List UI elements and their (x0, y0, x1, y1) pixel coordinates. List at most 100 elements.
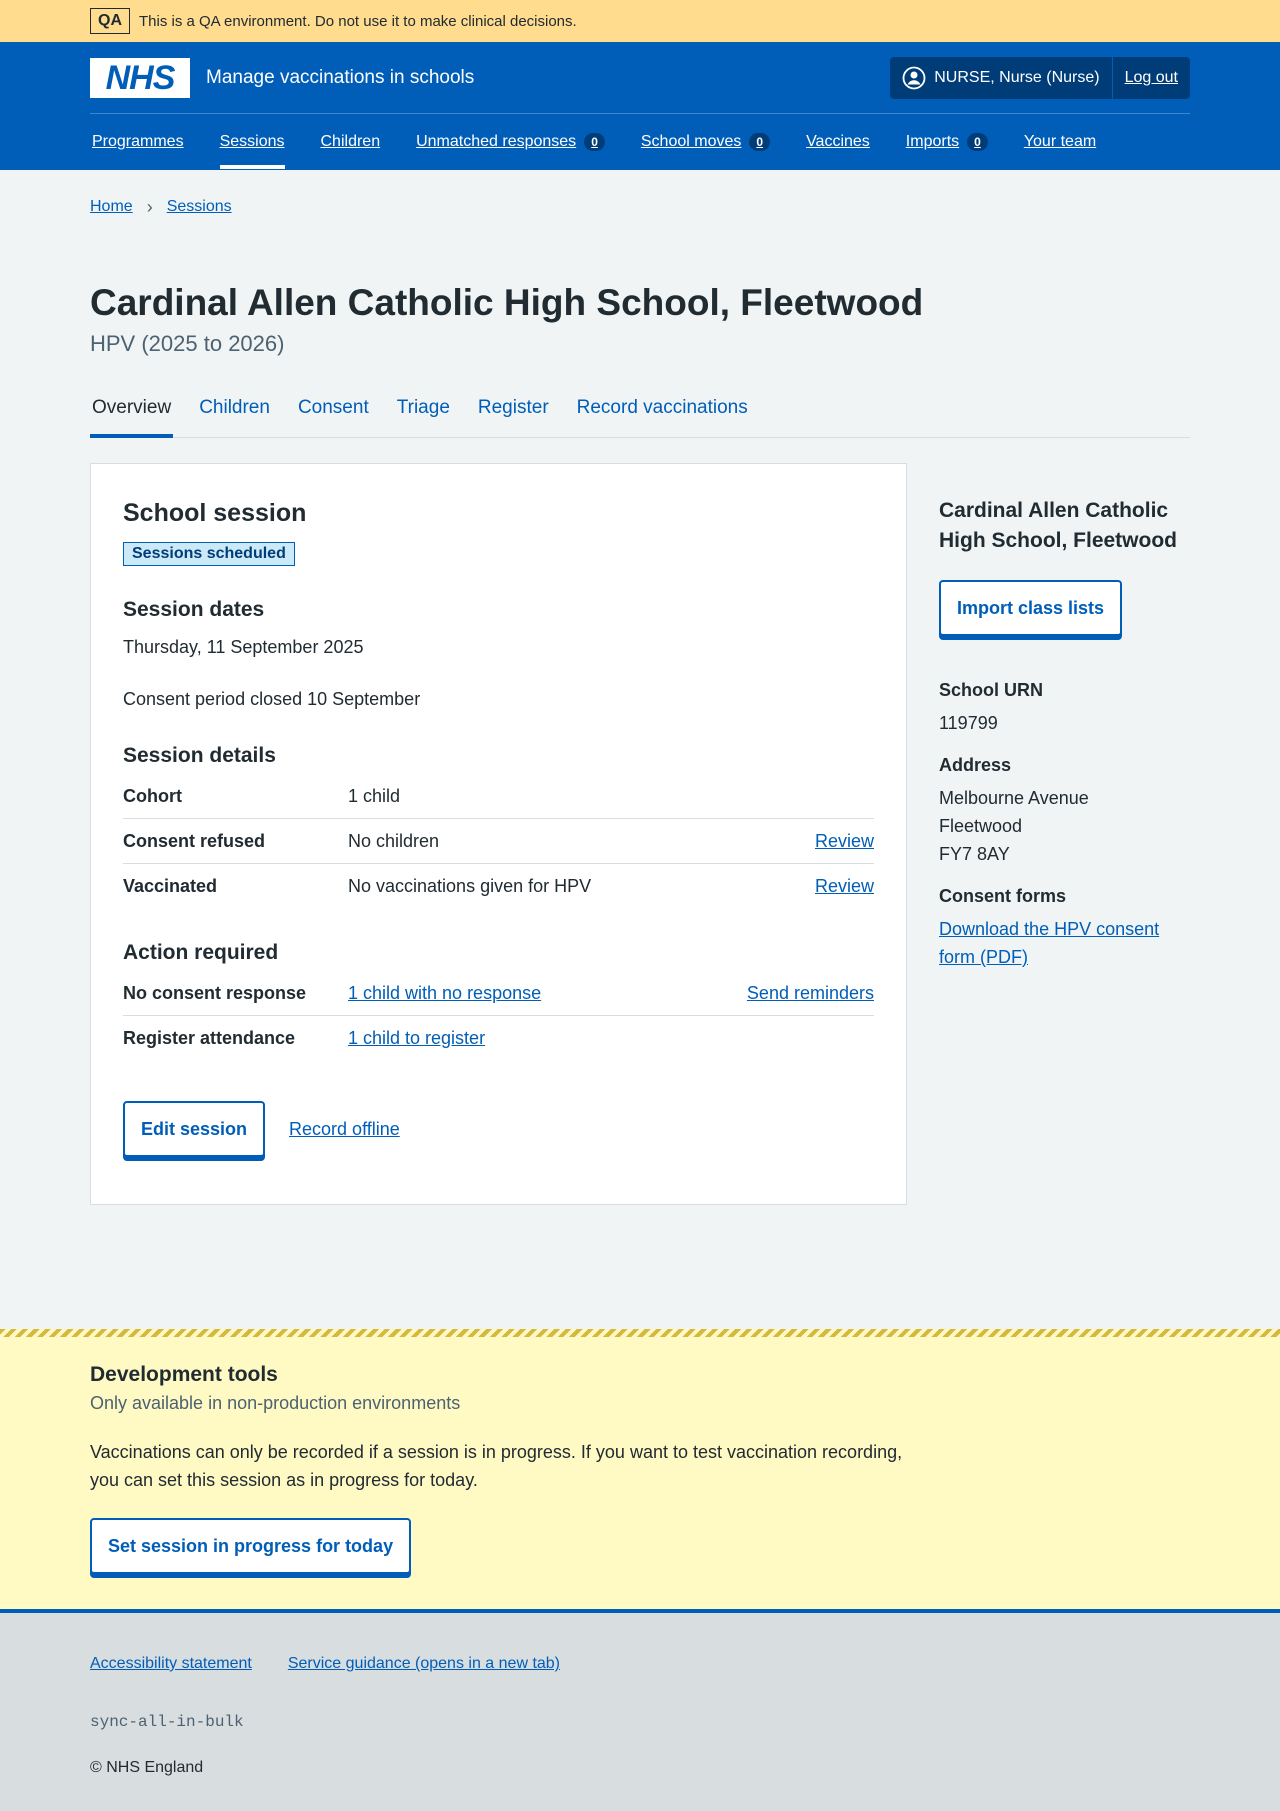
tab-consent[interactable]: Consent (298, 387, 369, 437)
tab-record-vaccinations[interactable]: Record vaccinations (577, 387, 748, 437)
summary-row-register: Register attendance 1 child to register (123, 1016, 874, 1061)
nav-school-moves[interactable]: School moves 0 (640, 114, 771, 169)
summary-row-no-consent: No consent response 1 child with no resp… (123, 971, 874, 1016)
status-badge: Sessions scheduled (123, 542, 295, 566)
summary-row-vaccinated: Vaccinated No vaccinations given for HPV… (123, 864, 874, 909)
development-tools: Development tools Only available in non-… (0, 1329, 1280, 1613)
import-class-lists-button[interactable]: Import class lists (939, 580, 1123, 636)
hazard-stripe (0, 1329, 1280, 1337)
summary-key: Cohort (123, 785, 182, 806)
build-code: sync-all-in-bulk (90, 1713, 244, 1731)
consent-forms-value: Download the HPV consent form (PDF) (939, 915, 1190, 971)
qa-banner-text: This is a QA environment. Do not use it … (139, 12, 577, 30)
address-line: Melbourne Avenue (939, 788, 1089, 808)
dev-tools-text: Vaccinations can only be recorded if a s… (90, 1442, 903, 1490)
summary-row-cohort: Cohort 1 child (123, 774, 874, 819)
session-tabs: Overview Children Consent Triage Registe… (89, 387, 1190, 438)
address-line: Fleetwood (939, 816, 1023, 836)
nav-label: Programmes (92, 132, 184, 150)
summary-key: Vaccinated (123, 876, 218, 896)
nav-sessions[interactable]: Sessions (219, 114, 285, 169)
primary-nav: Programmes Sessions Children Unmatched r… (90, 114, 1190, 169)
no-response-link[interactable]: 1 child with no response (348, 983, 541, 1003)
footer-links: Accessibility statement Service guidance… (90, 1613, 1190, 1673)
session-dates-heading: Session dates (123, 598, 265, 621)
nav-label: Sessions (219, 132, 285, 150)
nav-children[interactable]: Children (321, 114, 381, 169)
send-reminders-link[interactable]: Send reminders (747, 983, 874, 1004)
summary-value: 1 child to register (348, 1028, 874, 1049)
sidebar-school-name: Cardinal Allen Catholic High School, Fle… (939, 499, 1177, 552)
nav-your-team[interactable]: Your team (1024, 114, 1096, 169)
record-offline-link[interactable]: Record offline (289, 1119, 400, 1140)
tab-triage[interactable]: Triage (397, 387, 450, 437)
breadcrumb-home[interactable]: Home (90, 198, 133, 216)
nav-unmatched-responses[interactable]: Unmatched responses 0 (416, 114, 605, 169)
copyright: © NHS England (90, 1759, 204, 1776)
nav-label: Imports (905, 132, 960, 150)
set-in-progress-button[interactable]: Set session in progress for today (90, 1518, 412, 1574)
session-details-heading: Session details (123, 744, 276, 767)
summary-value: 1 child with no response (348, 983, 747, 1004)
count-badge: 0 (749, 132, 771, 151)
school-sidebar: Cardinal Allen Catholic High School, Fle… (939, 463, 1190, 1205)
page-subtitle: HPV (2025 to 2026) (90, 331, 285, 356)
chevron-right-icon: › (146, 196, 153, 217)
nav-programmes[interactable]: Programmes (92, 114, 184, 169)
page-title: Cardinal Allen Catholic High School, Fle… (90, 282, 924, 323)
session-date: Thursday, 11 September 2025 (123, 637, 364, 657)
nav-label: Your team (1023, 132, 1097, 150)
action-required-list: No consent response 1 child with no resp… (123, 971, 874, 1061)
count-badge: 0 (967, 132, 988, 151)
consent-period: Consent period closed 10 September (123, 689, 421, 709)
card-heading: School session (123, 499, 307, 527)
service-guidance-link[interactable]: Service guidance (opens in a new tab) (288, 1655, 560, 1673)
service-name[interactable]: Manage vaccinations in schools (206, 67, 474, 89)
tab-register[interactable]: Register (478, 387, 549, 437)
user-name: NURSE, Nurse (Nurse) (934, 68, 1100, 86)
summary-key: Consent refused (123, 830, 266, 851)
account-user: NURSE, Nurse (Nurse) (890, 56, 1113, 99)
address-value: Melbourne Avenue Fleetwood FY7 8AY (939, 784, 1190, 868)
to-register-link[interactable]: 1 child to register (348, 1028, 485, 1048)
address-label: Address (939, 755, 1012, 775)
qa-banner: QA This is a QA environment. Do not use … (0, 0, 1280, 42)
summary-row-consent-refused: Consent refused No children Review (123, 819, 874, 864)
consent-forms-label: Consent forms (939, 886, 1067, 906)
summary-key: No consent response (123, 982, 307, 1003)
edit-session-button[interactable]: Edit session (123, 1101, 266, 1157)
dev-tools-subheading: Only available in non-production environ… (90, 1393, 461, 1413)
session-details-list: Cohort 1 child Consent refused No childr… (123, 774, 874, 909)
summary-value: No vaccinations given for HPV (348, 876, 592, 896)
site-footer: Accessibility statement Service guidance… (0, 1613, 1280, 1811)
school-urn-label: School URN (939, 680, 1044, 700)
nhs-logo-text: NHS (105, 58, 176, 97)
card-actions: Edit session Record offline (123, 1101, 874, 1157)
summary-value: 1 child (348, 785, 401, 806)
logout-link[interactable]: Log out (1113, 57, 1190, 99)
download-consent-form-link[interactable]: Download the HPV consent form (PDF) (939, 919, 1159, 967)
summary-key: Register attendance (123, 1028, 296, 1048)
summary-value: No children (348, 830, 440, 851)
qa-tag: QA (90, 8, 130, 34)
brand[interactable]: NHS Manage vaccinations in schools (90, 57, 474, 98)
nav-vaccines[interactable]: Vaccines (806, 114, 870, 169)
tab-overview[interactable]: Overview (89, 387, 174, 438)
address-line: FY7 8AY (939, 844, 1010, 864)
breadcrumb-sessions[interactable]: Sessions (167, 198, 232, 216)
nav-label: Children (320, 132, 381, 150)
review-consent-refused-link[interactable]: Review (815, 831, 874, 852)
breadcrumb: Home › Sessions (90, 170, 1190, 244)
school-urn-value: 119799 (939, 713, 998, 733)
nav-imports[interactable]: Imports 0 (906, 114, 988, 169)
nhs-logo[interactable]: NHS (90, 57, 190, 98)
tab-children[interactable]: Children (199, 387, 270, 437)
count-badge: 0 (584, 132, 605, 151)
site-header: NHS Manage vaccinations in schools NURSE… (0, 42, 1280, 170)
nav-label: Unmatched responses (416, 132, 577, 150)
accessibility-statement-link[interactable]: Accessibility statement (90, 1655, 252, 1673)
review-vaccinated-link[interactable]: Review (815, 876, 874, 897)
nav-label: Vaccines (806, 132, 870, 150)
account-menu: NURSE, Nurse (Nurse) Log out (890, 56, 1190, 99)
nav-label: School moves (640, 132, 742, 150)
